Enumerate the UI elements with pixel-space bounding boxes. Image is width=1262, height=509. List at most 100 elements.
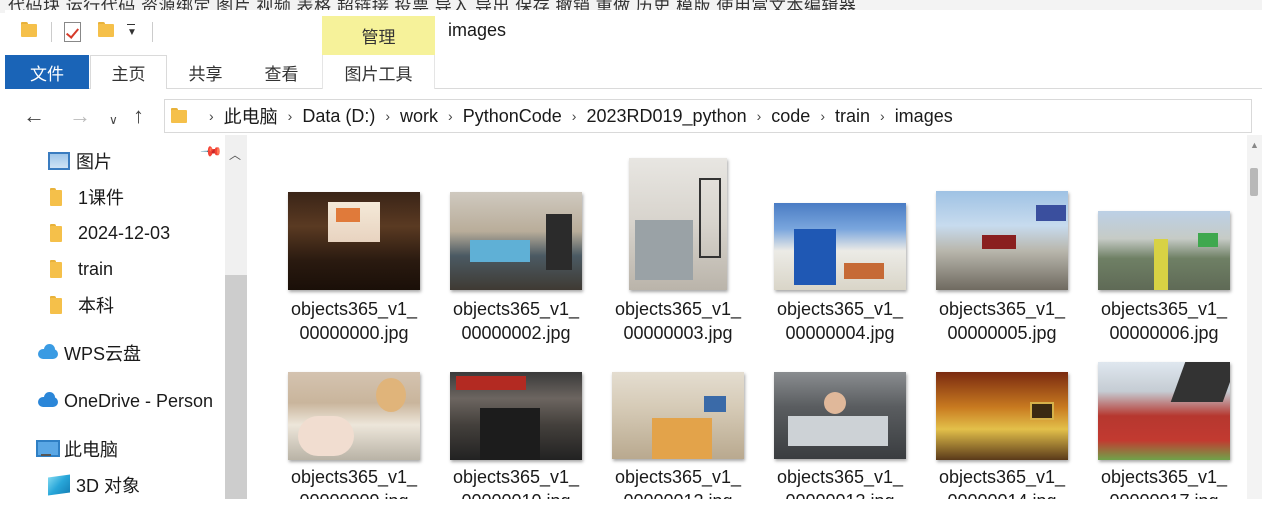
- file-name-line1: objects365_v1_: [290, 467, 418, 487]
- image-thumbnail[interactable]: [629, 158, 727, 290]
- thumbnail-frame: [1096, 320, 1232, 460]
- image-thumbnail[interactable]: [288, 372, 420, 460]
- image-thumbnail[interactable]: [774, 372, 906, 459]
- image-thumbnail[interactable]: [1098, 211, 1230, 290]
- thumbnail-frame: [934, 152, 1070, 290]
- tab-share[interactable]: 共享: [168, 55, 243, 89]
- breadcrumb-item[interactable]: 此电脑: [224, 103, 278, 129]
- tab-file[interactable]: 文件: [5, 55, 89, 89]
- file-name-line1: objects365_v1_: [938, 299, 1066, 319]
- image-thumbnail[interactable]: [774, 203, 906, 290]
- onedrive-icon: [36, 392, 58, 410]
- file-name-line1: objects365_v1_: [938, 467, 1066, 487]
- breadcrumb-separator-icon[interactable]: ›: [572, 108, 577, 124]
- sidebar-item-label: 3D 对象: [76, 476, 141, 496]
- new-folder-icon[interactable]: [98, 22, 116, 42]
- file-name-line1: objects365_v1_: [776, 299, 904, 319]
- sidebar-item[interactable]: 1课件: [50, 182, 124, 212]
- file-grid: objects365_v1_ 00000000.jpg objects365_v1_…: [247, 135, 1237, 499]
- up-arrow-icon[interactable]: ↑: [133, 105, 144, 127]
- recent-locations-chevron-icon[interactable]: ∨: [109, 109, 118, 131]
- file-name-label: objects365_v1_ 00000012.jpg: [610, 465, 746, 499]
- breadcrumb-separator-icon[interactable]: ›: [288, 108, 293, 124]
- sidebar-item-label: 图片: [76, 152, 112, 172]
- image-thumbnail[interactable]: [288, 192, 420, 290]
- tab-picture-tools[interactable]: 图片工具: [322, 55, 435, 89]
- sidebar-item-label: train: [78, 258, 114, 279]
- tab-view[interactable]: 查看: [243, 55, 320, 89]
- file-name-label: objects365_v1_ 00000017.jpg: [1096, 465, 1232, 499]
- quick-access-dropdown-icon[interactable]: ▼: [127, 24, 137, 38]
- sidebar-item[interactable]: 此电脑: [36, 434, 118, 464]
- thumbnail-frame: [772, 152, 908, 290]
- breadcrumb-item[interactable]: Data (D:): [302, 106, 375, 127]
- image-thumbnail[interactable]: [450, 372, 582, 460]
- breadcrumb-item[interactable]: train: [835, 106, 870, 127]
- sidebar-item-label: 本科: [78, 296, 114, 316]
- file-name-line1: objects365_v1_: [1100, 299, 1228, 319]
- folder-icon[interactable]: [21, 22, 39, 42]
- breadcrumb-separator-icon[interactable]: ›: [448, 108, 453, 124]
- sidebar-item-label: WPS云盘: [64, 344, 142, 364]
- manage-context-tab[interactable]: 管理: [322, 16, 435, 55]
- address-bar[interactable]: › 此电脑 › Data (D:) › work › PythonCode › 2023RD019…: [164, 99, 1252, 133]
- file-name-line1: objects365_v1_: [776, 467, 904, 487]
- sidebar-item[interactable]: 2024-12-03: [50, 218, 170, 248]
- file-name-label: objects365_v1_ 00000010.jpg: [448, 465, 584, 499]
- folder-icon: [50, 296, 72, 314]
- content-scrollbar-thumb[interactable]: [1250, 168, 1258, 196]
- sidebar-scrollbar-thumb[interactable]: [225, 275, 247, 499]
- address-folder-icon: [171, 108, 187, 123]
- properties-check-icon[interactable]: [64, 22, 81, 42]
- cloud-icon: [36, 344, 58, 362]
- ribbon-tabs: 文件 主页 共享 查看 图片工具: [5, 55, 1262, 90]
- file-name-line1: objects365_v1_: [1100, 467, 1228, 487]
- file-name-line2: 00000017.jpg: [1096, 489, 1232, 499]
- quick-access-separator-2: [152, 22, 153, 42]
- pin-icon[interactable]: 📌: [200, 139, 224, 163]
- breadcrumb-item[interactable]: images: [895, 106, 953, 127]
- sidebar-item[interactable]: 本科: [50, 290, 114, 320]
- sidebar-item-label: 1课件: [78, 188, 125, 208]
- sidebar-item[interactable]: train: [50, 254, 113, 284]
- breadcrumb-separator-icon[interactable]: ›: [820, 108, 825, 124]
- 3d-objects-icon: [48, 474, 70, 496]
- thumbnail-frame: [448, 152, 584, 290]
- image-thumbnail[interactable]: [612, 372, 744, 459]
- image-thumbnail[interactable]: [936, 372, 1068, 460]
- file-name-line1: objects365_v1_: [452, 467, 580, 487]
- file-name-line2: 00000014.jpg: [934, 489, 1070, 499]
- image-thumbnail[interactable]: [936, 191, 1068, 290]
- sidebar-item[interactable]: WPS云盘: [36, 338, 141, 368]
- file-name-line2: 00000009.jpg: [286, 489, 422, 499]
- file-name-label: objects365_v1_ 00000013.jpg: [772, 465, 908, 499]
- breadcrumb-item[interactable]: PythonCode: [463, 106, 562, 127]
- tab-home[interactable]: 主页: [90, 55, 167, 90]
- forward-arrow-icon[interactable]: →: [69, 105, 91, 127]
- breadcrumb-separator-icon[interactable]: ›: [385, 108, 390, 124]
- sidebar-item[interactable]: 图片: [48, 146, 112, 176]
- thumbnail-frame: [1096, 152, 1232, 290]
- back-arrow-icon[interactable]: ←: [23, 105, 45, 127]
- manage-tab-label: 管理: [361, 28, 396, 47]
- sidebar-item-label: 此电脑: [64, 440, 118, 460]
- breadcrumb-item[interactable]: code: [771, 106, 810, 127]
- quick-access-separator: [51, 22, 52, 42]
- content-scroll-up-icon[interactable]: ▲: [1250, 140, 1259, 150]
- sidebar-item[interactable]: OneDrive - Person: [36, 386, 213, 416]
- breadcrumb-separator-icon[interactable]: ›: [880, 108, 885, 124]
- file-name-line2: 00000012.jpg: [610, 489, 746, 499]
- sidebar-scroll-up-icon[interactable]: ︿: [229, 146, 241, 163]
- breadcrumb-item[interactable]: work: [400, 106, 438, 127]
- file-name-line1: objects365_v1_: [452, 299, 580, 319]
- breadcrumb-item[interactable]: 2023RD019_python: [586, 106, 746, 127]
- image-thumbnail[interactable]: [450, 192, 582, 290]
- breadcrumb-separator-icon[interactable]: ›: [757, 108, 762, 124]
- folder-icon: [50, 188, 72, 206]
- thumbnail-frame: [934, 320, 1070, 460]
- file-name-line2: 00000013.jpg: [772, 489, 908, 499]
- file-name-line1: objects365_v1_: [290, 299, 418, 319]
- sidebar-item[interactable]: 3D 对象: [48, 470, 140, 499]
- image-thumbnail[interactable]: [1098, 362, 1230, 460]
- breadcrumb-separator-icon[interactable]: ›: [209, 108, 214, 124]
